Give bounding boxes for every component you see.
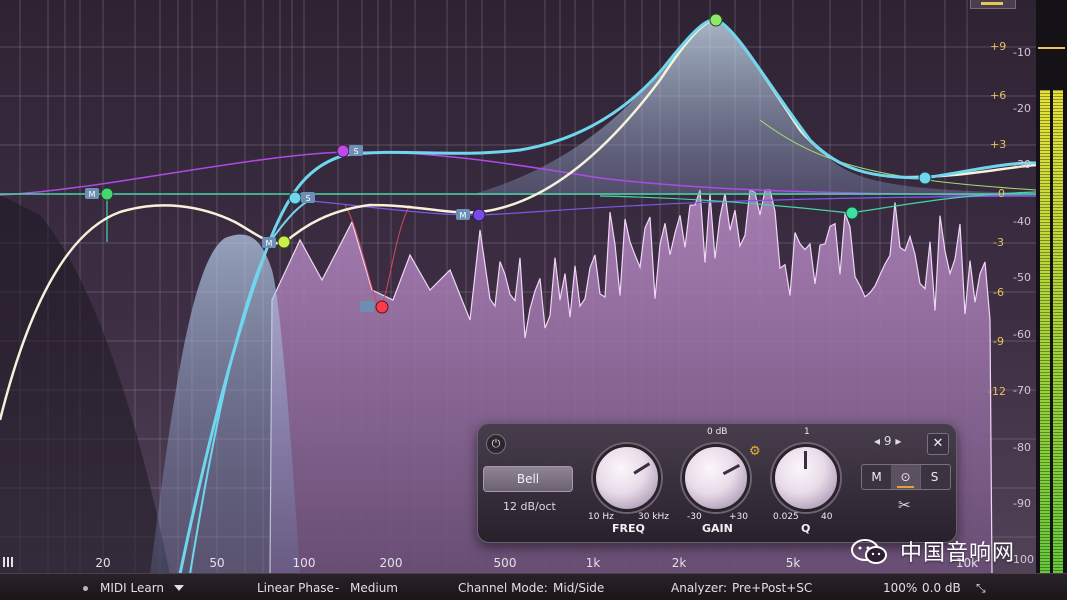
db-tick: -40 bbox=[1013, 215, 1031, 228]
db-tick: -70 bbox=[1013, 384, 1031, 397]
gear-icon[interactable]: ⚙ bbox=[749, 444, 761, 459]
output-level-meter bbox=[1036, 0, 1067, 600]
band-node-peak[interactable] bbox=[709, 13, 723, 27]
q-max-label: 40 bbox=[821, 512, 833, 522]
gain-knob[interactable] bbox=[682, 444, 750, 512]
eq-window: M M S S M +9 +6 +3 0 -3 -6 -9 -12 -10 -2… bbox=[0, 0, 1067, 600]
band-node-3[interactable]: S bbox=[288, 191, 315, 205]
resize-icon[interactable]: ⤡ bbox=[976, 581, 988, 595]
band-node-6-label: M bbox=[460, 211, 467, 220]
band-node-4-label: S bbox=[353, 147, 358, 156]
freq-tick: 1k bbox=[585, 556, 601, 570]
shape-selector[interactable]: Bell bbox=[483, 466, 573, 492]
db-tick: -50 bbox=[1013, 271, 1031, 284]
freq-knob[interactable] bbox=[593, 444, 661, 512]
freq-tick: 2k bbox=[671, 556, 687, 570]
midi-learn-indicator-icon bbox=[83, 586, 88, 591]
midi-dropdown-icon[interactable] bbox=[174, 585, 184, 591]
db-tick: -10 bbox=[1013, 46, 1031, 59]
gain-max-label: +30 bbox=[729, 512, 748, 522]
channel-mode-button[interactable]: Mid/Side bbox=[553, 581, 604, 595]
gain-min-label: -30 bbox=[687, 512, 702, 522]
db-tick: -90 bbox=[1013, 497, 1031, 510]
gain-top-label: 0 dB bbox=[707, 427, 728, 437]
band-control-panel: ⏻ Bell 12 dB/oct 10 Hz 30 kHz FREQ 0 dB … bbox=[477, 423, 957, 543]
top-button[interactable] bbox=[970, 0, 1016, 9]
gain-tick: -9 bbox=[993, 335, 1004, 348]
gain-tick: -6 bbox=[993, 286, 1004, 299]
mini-meter-icon[interactable] bbox=[3, 557, 13, 567]
db-tick: -20 bbox=[1013, 102, 1031, 115]
meter-peak-hold bbox=[1038, 47, 1065, 49]
band-node-4[interactable]: S bbox=[336, 144, 363, 158]
gain-tick: +9 bbox=[990, 40, 1007, 53]
mode-stereo-button[interactable]: ⊙ bbox=[891, 465, 921, 489]
meter-bar-left bbox=[1040, 90, 1050, 600]
gain-tick: +6 bbox=[990, 89, 1007, 102]
phase-quality-button[interactable]: Medium bbox=[350, 581, 398, 595]
channel-mode-label: Channel Mode: bbox=[458, 581, 548, 595]
mode-mid-button[interactable]: M bbox=[862, 465, 892, 489]
prev-band-icon[interactable]: ◂ bbox=[874, 434, 880, 448]
freq-tick: 20 bbox=[95, 556, 111, 570]
freq-max-label: 30 kHz bbox=[638, 512, 670, 522]
gain-tick: -3 bbox=[993, 236, 1004, 249]
wechat-logo-icon bbox=[851, 539, 887, 564]
gain-tick: 0 bbox=[998, 187, 1005, 200]
zoom-value[interactable]: 100% bbox=[883, 581, 917, 595]
close-icon[interactable]: ✕ bbox=[927, 433, 949, 455]
band-node-green-high[interactable] bbox=[845, 206, 859, 220]
db-tick: -80 bbox=[1013, 441, 1031, 454]
next-band-icon[interactable]: ▸ bbox=[895, 434, 901, 448]
mode-side-button[interactable]: S bbox=[920, 465, 949, 489]
db-tick: -60 bbox=[1013, 328, 1031, 341]
freq-knob-pointer bbox=[633, 462, 651, 475]
band-power-button[interactable]: ⏻ bbox=[486, 434, 506, 454]
freq-tick: 50 bbox=[209, 556, 225, 570]
meter-bar-right bbox=[1053, 90, 1063, 600]
watermark-text: 中国音响网 bbox=[900, 541, 1016, 566]
q-top-label: 1 bbox=[804, 427, 810, 437]
gain-label: GAIN bbox=[702, 522, 733, 535]
gain-tick: -12 bbox=[988, 385, 1006, 398]
analyzer-button[interactable]: Pre+Post+SC bbox=[732, 581, 812, 595]
phase-separator: - bbox=[335, 581, 340, 595]
band-number: 9 bbox=[883, 434, 892, 448]
gain-knob-pointer bbox=[722, 463, 741, 476]
q-label: Q bbox=[801, 522, 811, 535]
q-knob[interactable] bbox=[772, 444, 840, 512]
freq-tick: 100 bbox=[292, 556, 316, 570]
stereo-mode-selector: M ⊙ S bbox=[861, 464, 951, 490]
q-knob-pointer bbox=[804, 451, 807, 469]
freq-min-label: 10 Hz bbox=[588, 512, 614, 522]
freq-tick: 500 bbox=[493, 556, 517, 570]
slope-selector[interactable]: 12 dB/oct bbox=[503, 500, 556, 513]
midi-learn-button[interactable]: MIDI Learn bbox=[100, 581, 164, 595]
band-navigator: ◂ 9 ▸ bbox=[874, 434, 901, 448]
freq-tick: 5k bbox=[785, 556, 801, 570]
band-node-3-label: S bbox=[305, 194, 310, 203]
output-gain-value[interactable]: 0.0 dB bbox=[922, 581, 961, 595]
band-node-cyan-high[interactable] bbox=[918, 171, 932, 185]
freq-tick: 200 bbox=[379, 556, 403, 570]
band-node-2-label: M bbox=[266, 239, 273, 248]
band-node-1-label: M bbox=[89, 190, 96, 199]
bottom-bar: MIDI Learn Linear Phase - Medium Channel… bbox=[0, 573, 1067, 600]
scissors-icon[interactable]: ✂ bbox=[898, 496, 911, 514]
freq-label: FREQ bbox=[612, 522, 645, 535]
q-min-label: 0.025 bbox=[773, 512, 799, 522]
db-tick: -30 bbox=[1013, 158, 1031, 171]
phase-mode-button[interactable]: Linear Phase bbox=[257, 581, 334, 595]
gain-tick: +3 bbox=[990, 138, 1007, 151]
analyzer-label: Analyzer: bbox=[671, 581, 728, 595]
